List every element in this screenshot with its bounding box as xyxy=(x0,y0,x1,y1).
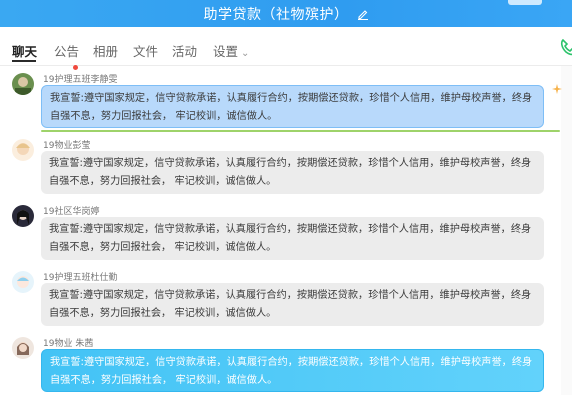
window-titlebar: 助学贷款（社物殡护） xyxy=(0,0,572,27)
sender-name: 19物业彭莹 xyxy=(43,141,91,151)
avatar[interactable] xyxy=(12,139,34,161)
window-title: 助学贷款（社物殡护） xyxy=(203,6,349,23)
sender-name: 19护理五班李静雯 xyxy=(43,75,118,85)
message-item: 19物业 朱茜 我宣誓:遵守国家规定，信守贷款承诺，认真履行合约，按期偿还贷款，… xyxy=(0,330,572,394)
tab-bar: 聊天 公告 相册 文件 活动 设置 ⌄ xyxy=(0,27,572,70)
tab-events[interactable]: 活动 xyxy=(172,41,197,60)
message-bubble[interactable]: 我宣誓:遵守国家规定，信守贷款承诺，认真履行合约，按期偿还贷款，珍惜个人信用，维… xyxy=(41,283,544,326)
avatar[interactable] xyxy=(12,73,34,95)
active-tab-indicator xyxy=(12,60,36,62)
sender-name: 19社区华岗婷 xyxy=(43,207,100,217)
tab-announcements[interactable]: 公告 xyxy=(54,41,79,60)
titlebar-decoration xyxy=(508,0,542,5)
tab-chat[interactable]: 聊天 xyxy=(12,41,37,60)
message-bubble[interactable]: 我宣誓:遵守国家规定，信守贷款承诺，认真履行合约，按期偿还贷款，珍惜个人信用，维… xyxy=(41,349,544,392)
message-bubble[interactable]: 我宣誓:遵守国家规定，信守贷款承诺，认真履行合约，按期偿还贷款，珍惜个人信用，维… xyxy=(41,85,544,128)
tab-files[interactable]: 文件 xyxy=(133,41,158,60)
message-item: 19护理五班李静雯 我宣誓:遵守国家规定，信守贷款承诺，认真履行合约，按期偿还贷… xyxy=(0,66,572,132)
sparkle-icon xyxy=(552,84,562,94)
avatar[interactable] xyxy=(12,337,34,359)
sender-name: 19物业 朱茜 xyxy=(43,339,94,349)
tab-settings[interactable]: 设置 ⌄ xyxy=(213,41,249,60)
avatar[interactable] xyxy=(12,205,34,227)
tab-album[interactable]: 相册 xyxy=(93,41,118,60)
message-item: 19社区华岗婷 我宣誓:遵守国家规定，信守贷款承诺，认真履行合约，按期偿还贷款，… xyxy=(0,198,572,262)
phone-call-icon[interactable] xyxy=(560,38,572,56)
sender-name: 19护理五班杜仕勤 xyxy=(43,273,118,283)
edit-icon[interactable] xyxy=(357,8,369,20)
message-bubble[interactable]: 我宣誓:遵守国家规定，信守贷款承诺，认真履行合约，按期偿还贷款，珍惜个人信用，维… xyxy=(41,217,544,260)
avatar[interactable] xyxy=(12,271,34,293)
chevron-down-icon: ⌄ xyxy=(241,48,250,59)
message-item: 19护理五班杜仕勤 我宣誓:遵守国家规定，信守贷款承诺，认真履行合约，按期偿还贷… xyxy=(0,264,572,328)
tab-settings-label: 设置 xyxy=(213,44,239,59)
message-item: 19物业彭莹 我宣誓:遵守国家规定，信守贷款承诺，认真履行合约，按期偿还贷款，珍… xyxy=(0,132,572,196)
message-bubble[interactable]: 我宣誓:遵守国家规定，信守贷款承诺，认真履行合约，按期偿还贷款，珍惜个人信用，维… xyxy=(41,151,544,194)
